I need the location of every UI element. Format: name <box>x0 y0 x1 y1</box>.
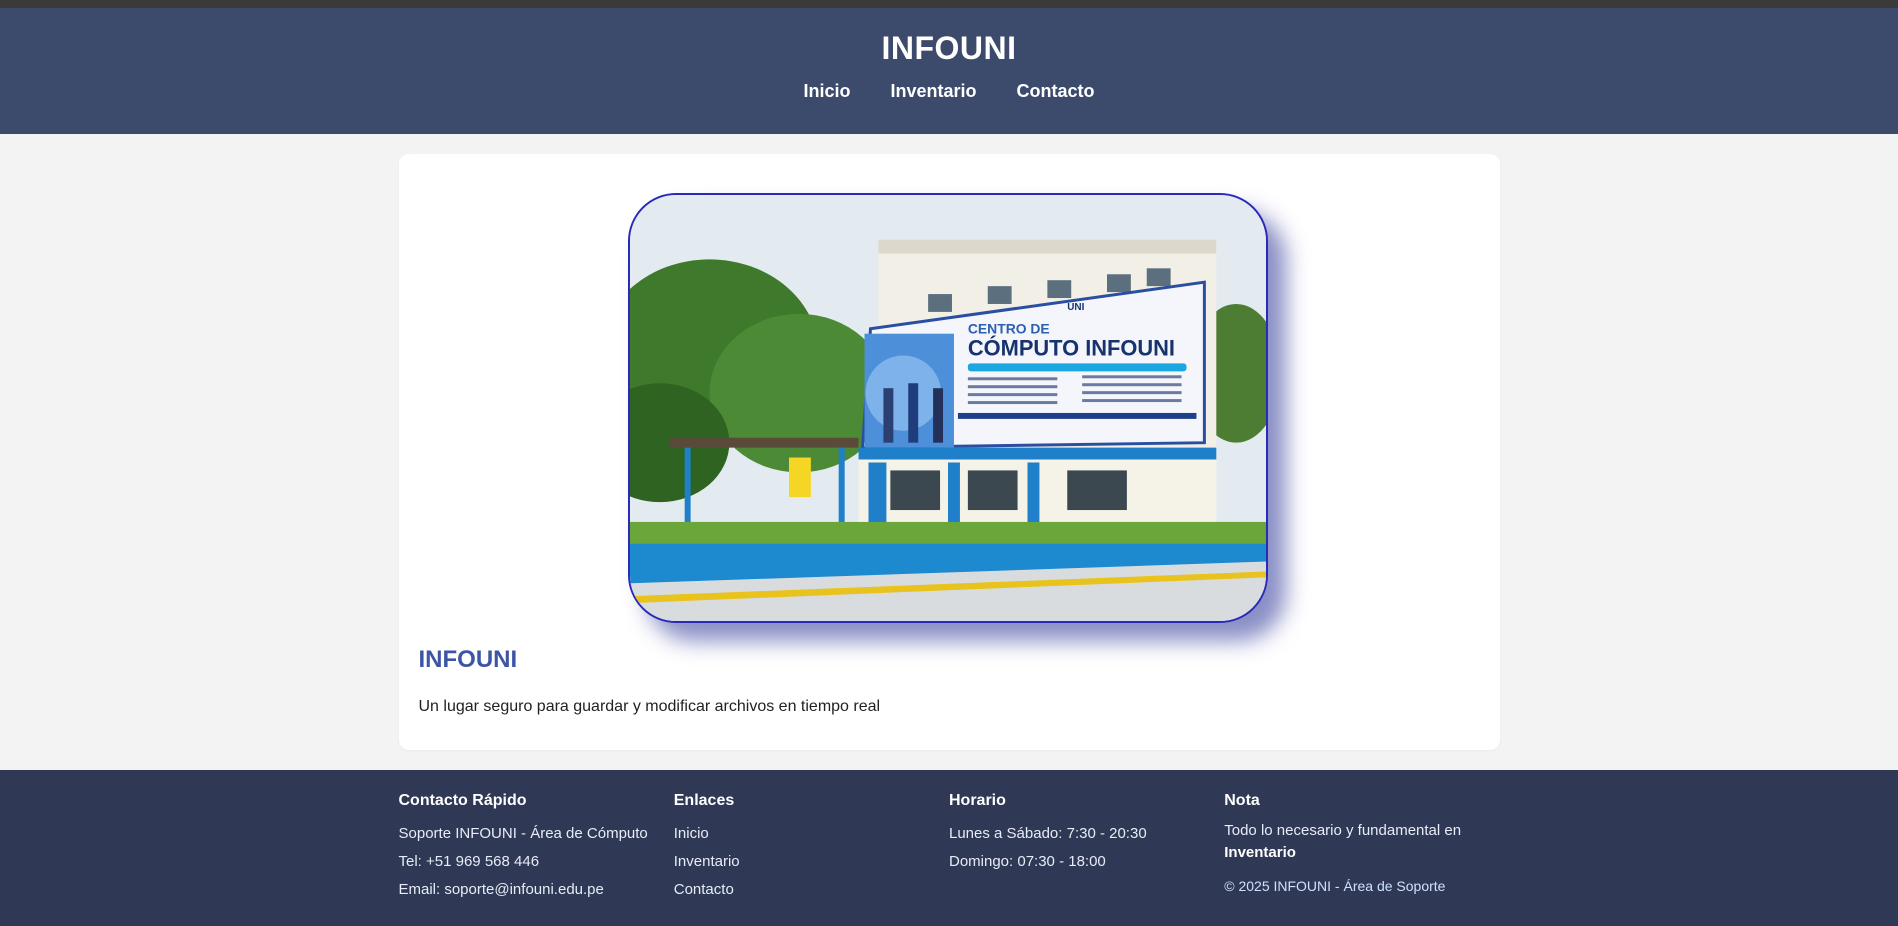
site-title: INFOUNI <box>881 30 1017 66</box>
hero-card: CENTRO DE CÓMPUTO INFOUNI UNI INFOUNI Un… <box>398 154 1500 750</box>
main-nav: Inicio Inventario Contacto <box>0 81 1898 102</box>
footer-contact-title: Contacto Rápido <box>398 792 527 809</box>
building-photo-icon: CENTRO DE CÓMPUTO INFOUNI UNI <box>629 195 1266 621</box>
footer-note-title: Nota <box>1224 792 1260 809</box>
nav-link-contacto[interactable]: Contacto <box>1017 81 1095 102</box>
footer-schedule-title: Horario <box>949 792 1006 809</box>
footer-links-title: Enlaces <box>673 792 735 809</box>
site-footer: Contacto Rápido Soporte INFOUNI - Área d… <box>0 770 1898 926</box>
footer-schedule: Horario Lunes a Sábado: 7:30 - 20:30 Dom… <box>949 792 1224 904</box>
footer-columns: Contacto Rápido Soporte INFOUNI - Área d… <box>399 792 1500 904</box>
hero-title: INFOUNI <box>418 646 518 673</box>
footer-note-text: Todo lo necesario y fundamental en Inven… <box>1224 820 1499 864</box>
browser-top-strip <box>0 0 1898 8</box>
footer-contact-line: Soporte INFOUNI - Área de Cómputo <box>398 825 648 842</box>
svg-text:UNI: UNI <box>1067 302 1084 313</box>
footer-note-body: Todo lo necesario y fundamental en <box>1224 822 1462 839</box>
footer-schedule-sunday: Domingo: 07:30 - 18:00 <box>949 853 1106 870</box>
footer-contact-email: Email: soporte@infouni.edu.pe <box>398 881 604 898</box>
footer-link-inventario[interactable]: Inventario <box>674 848 949 876</box>
nav-link-inicio[interactable]: Inicio <box>803 81 850 102</box>
main-content: CENTRO DE CÓMPUTO INFOUNI UNI INFOUNI Un… <box>0 134 1898 770</box>
footer-note-emphasis: Inventario <box>1224 844 1296 861</box>
hero-description: Un lugar seguro para guardar y modificar… <box>418 698 881 715</box>
footer-links: Enlaces Inicio Inventario Contacto <box>674 792 949 904</box>
footer-link-contacto[interactable]: Contacto <box>674 876 949 904</box>
svg-text:CENTRO DE: CENTRO DE <box>967 321 1049 337</box>
footer-note: Nota Todo lo necesario y fundamental en … <box>1224 792 1499 904</box>
site-header: INFOUNI Inicio Inventario Contacto <box>0 8 1898 134</box>
svg-text:CÓMPUTO INFOUNI: CÓMPUTO INFOUNI <box>967 336 1174 361</box>
nav-link-inventario[interactable]: Inventario <box>890 81 976 102</box>
footer-link-inicio[interactable]: Inicio <box>674 820 949 848</box>
building-photo: CENTRO DE CÓMPUTO INFOUNI UNI <box>627 193 1268 623</box>
footer-copyright: © 2025 INFOUNI - Área de Soporte <box>1224 878 1446 894</box>
footer-contact-phone: Tel: +51 969 568 446 <box>398 853 540 870</box>
footer-schedule-weekdays: Lunes a Sábado: 7:30 - 20:30 <box>949 825 1147 842</box>
footer-contact: Contacto Rápido Soporte INFOUNI - Área d… <box>399 792 674 904</box>
